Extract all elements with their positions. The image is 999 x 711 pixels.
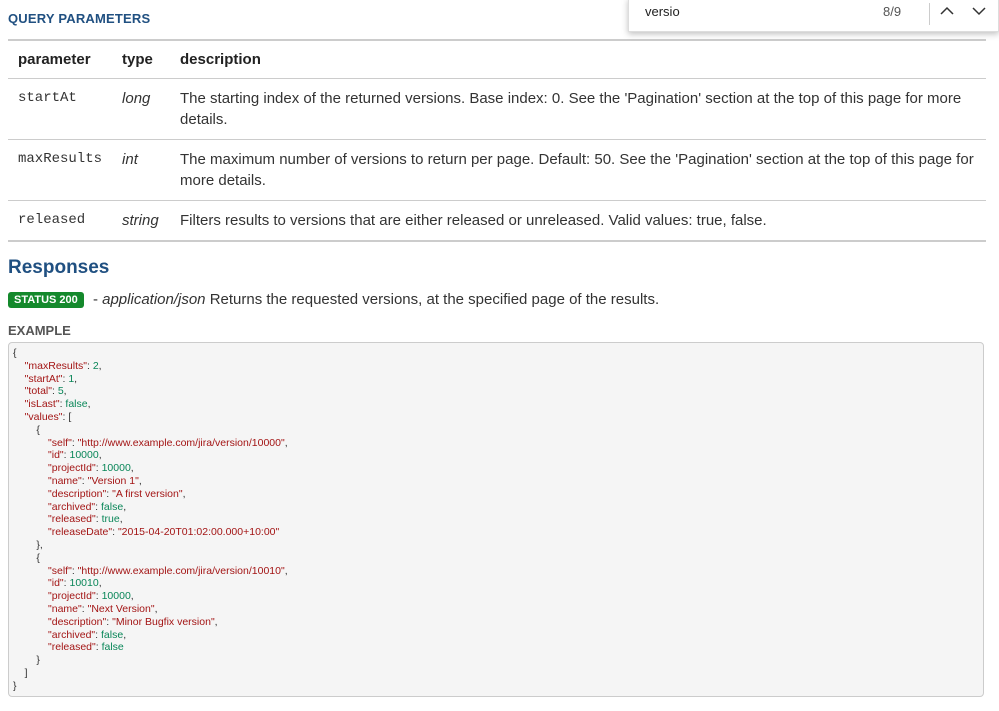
find-previous-button[interactable] — [935, 3, 959, 23]
query-parameters-table: parameter type description startAt long … — [8, 39, 986, 242]
param-description: The maximum number of versions to return… — [180, 151, 974, 189]
column-header-type: type — [122, 51, 153, 68]
status-separator: - — [88, 291, 103, 308]
response-description: Returns the requested versions, at the s… — [205, 291, 660, 308]
find-next-button[interactable] — [967, 3, 991, 23]
find-in-page-bar: 8/9 — [628, 0, 999, 32]
response-mime-type: application/json — [102, 291, 206, 308]
param-type: long — [122, 90, 151, 107]
example-label: EXAMPLE — [8, 323, 71, 338]
responses-heading: Responses — [8, 257, 110, 278]
find-input[interactable] — [645, 4, 855, 19]
param-description: The starting index of the returned versi… — [180, 90, 962, 128]
find-divider — [929, 3, 930, 25]
param-description: Filters results to versions that are eit… — [180, 212, 767, 229]
table-row: released string Filters results to versi… — [8, 201, 986, 241]
param-name: released — [18, 212, 86, 228]
status-badge: STATUS 200 — [8, 292, 84, 308]
chevron-up-icon — [935, 3, 959, 19]
param-name: maxResults — [18, 151, 103, 167]
example-code-block: { "maxResults": 2, "startAt": 1, "total"… — [8, 342, 984, 697]
table-row: startAt long The starting index of the r… — [8, 79, 986, 140]
find-match-count: 8/9 — [883, 4, 902, 19]
table-header-row: parameter type description — [8, 40, 986, 79]
param-type: int — [122, 151, 138, 168]
param-type: string — [122, 212, 159, 229]
query-parameters-heading: QUERY PARAMETERS — [8, 11, 151, 26]
chevron-down-icon — [967, 3, 991, 19]
table-row: maxResults int The maximum number of ver… — [8, 140, 986, 201]
response-status-line: STATUS 200 - application/json Returns th… — [8, 291, 659, 308]
column-header-description: description — [180, 51, 261, 68]
example-json: { "maxResults": 2, "startAt": 1, "total"… — [13, 347, 288, 692]
param-name: startAt — [18, 90, 77, 106]
column-header-parameter: parameter — [18, 51, 91, 68]
